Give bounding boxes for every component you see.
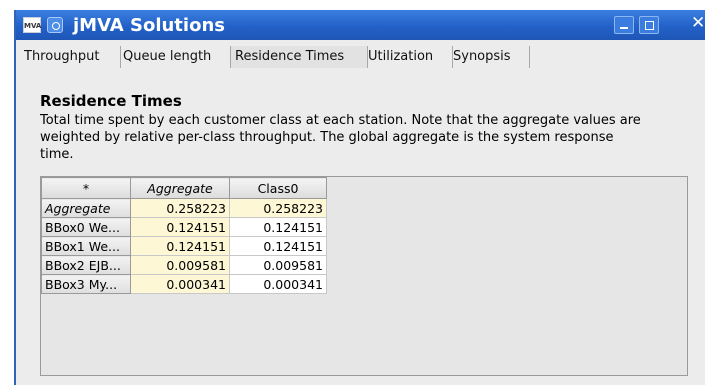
table-row[interactable]: BBox2 EJB... 0.009581 0.009581: [41, 255, 327, 275]
column-header-class0[interactable]: Class0: [229, 177, 327, 199]
residence-times-table: * Aggregate Class0 Aggregate 0.258223 0.…: [41, 177, 327, 294]
aggregate-cell[interactable]: 0.258223: [130, 198, 230, 218]
aggregate-cell[interactable]: 0.000341: [130, 274, 230, 294]
jmva-app-icon: MVA: [23, 17, 41, 33]
tab-synopsis[interactable]: Synopsis: [449, 46, 530, 68]
tab-throughput[interactable]: Throughput: [20, 46, 121, 68]
row-label: BBox3 My...: [41, 274, 131, 294]
minimize-button[interactable]: [614, 16, 634, 34]
row-label: Aggregate: [41, 198, 131, 218]
class0-cell[interactable]: 0.124151: [229, 217, 327, 237]
class0-cell[interactable]: 0.124151: [229, 236, 327, 256]
page-title: Residence Times: [40, 92, 182, 110]
page-description: Total time spent by each customer class …: [40, 113, 641, 162]
class0-cell[interactable]: 0.009581: [229, 255, 327, 275]
column-header-aggregate[interactable]: Aggregate: [130, 177, 230, 199]
jmva-solutions-window: MVA jMVA Solutions ✕ Throughput Queue le…: [14, 10, 705, 385]
window-menu-icon[interactable]: [47, 17, 63, 33]
aggregate-cell[interactable]: 0.124151: [130, 236, 230, 256]
residence-times-table-panel: * Aggregate Class0 Aggregate 0.258223 0.…: [40, 176, 688, 376]
table-row[interactable]: Aggregate 0.258223 0.258223: [41, 198, 327, 218]
aggregate-cell[interactable]: 0.124151: [130, 217, 230, 237]
table-row[interactable]: BBox0 We... 0.124151 0.124151: [41, 217, 327, 237]
row-label: BBox0 We...: [41, 217, 131, 237]
window-title: jMVA Solutions: [73, 15, 225, 36]
class0-cell[interactable]: 0.000341: [229, 274, 327, 294]
maximize-button[interactable]: [639, 16, 659, 34]
table-row[interactable]: BBox3 My... 0.000341 0.000341: [41, 274, 327, 294]
aggregate-cell[interactable]: 0.009581: [130, 255, 230, 275]
column-header-star[interactable]: *: [41, 177, 131, 199]
row-label: BBox2 EJB...: [41, 255, 131, 275]
tab-residence-times[interactable]: Residence Times: [231, 46, 368, 68]
close-button[interactable]: ✕: [691, 13, 705, 33]
row-label: BBox1 We...: [41, 236, 131, 256]
title-bar[interactable]: MVA jMVA Solutions ✕: [16, 10, 705, 40]
tab-utilization[interactable]: Utilization: [364, 46, 453, 68]
table-row[interactable]: BBox1 We... 0.124151 0.124151: [41, 236, 327, 256]
result-tabs: Throughput Queue length Residence Times …: [16, 44, 705, 68]
class0-cell[interactable]: 0.258223: [229, 198, 327, 218]
tab-queue-length[interactable]: Queue length: [119, 46, 231, 68]
